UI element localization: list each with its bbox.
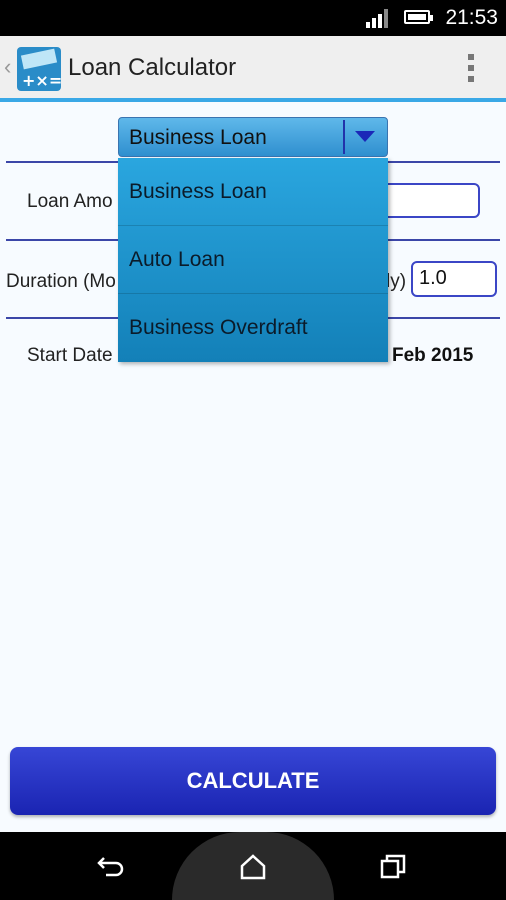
loan-amount-input[interactable]: [377, 183, 480, 218]
dropdown-option-auto-loan[interactable]: Auto Loan: [118, 226, 388, 294]
dropdown-option-business-overdraft[interactable]: Business Overdraft: [118, 294, 388, 362]
loan-type-dropdown: Business Loan Auto Loan Business Overdra…: [118, 158, 388, 362]
signal-icon: [366, 9, 388, 28]
dropdown-option-label: Business Overdraft: [129, 316, 308, 339]
action-bar: ‹ +×= Loan Calculator: [0, 36, 506, 102]
spinner-selected-label: Business Loan: [129, 126, 267, 149]
navigation-bar: [0, 832, 506, 900]
calculator-icon[interactable]: +×=: [16, 46, 62, 92]
page-title: Loan Calculator: [68, 54, 237, 81]
svg-text:+×=: +×=: [22, 71, 62, 90]
spinner-divider: [343, 120, 345, 154]
back-icon[interactable]: [96, 852, 126, 882]
battery-icon: [404, 10, 433, 24]
recents-icon[interactable]: [378, 852, 408, 882]
calculate-button-label: CALCULATE: [186, 768, 320, 793]
dropdown-option-label: Business Loan: [129, 180, 267, 203]
dropdown-option-label: Auto Loan: [129, 248, 225, 271]
clock: 21:53: [445, 6, 498, 29]
duration-label-suffix: ly): [386, 271, 407, 292]
start-date-label: Start Date: [27, 345, 113, 366]
chevron-left-icon[interactable]: ‹: [4, 54, 11, 80]
home-icon[interactable]: [238, 852, 268, 882]
calculate-button[interactable]: CALCULATE: [10, 747, 496, 815]
loan-type-spinner[interactable]: Business Loan: [118, 117, 388, 157]
loan-amount-label: Loan Amo: [27, 191, 113, 212]
overflow-menu-icon[interactable]: [466, 54, 476, 84]
duration-label: Duration (Mo: [6, 271, 116, 292]
start-date-value[interactable]: Feb 2015: [392, 345, 473, 367]
status-bar: 21:53: [0, 0, 506, 36]
dropdown-arrow-icon[interactable]: [355, 131, 375, 142]
dropdown-option-business-loan[interactable]: Business Loan: [118, 158, 388, 226]
duration-input[interactable]: 1.0: [411, 261, 497, 297]
